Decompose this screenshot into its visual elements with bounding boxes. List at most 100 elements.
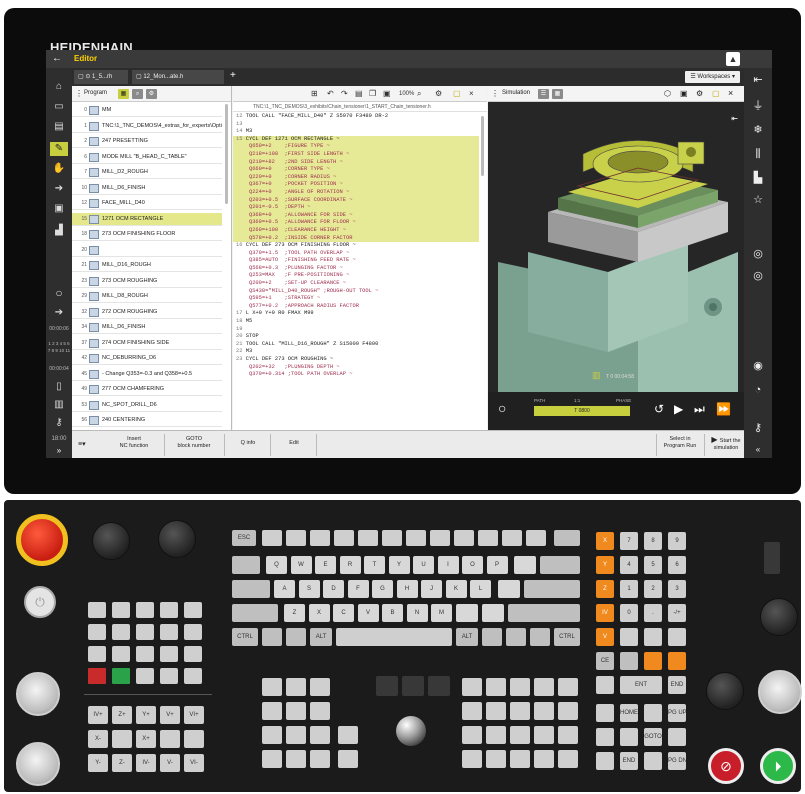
key-function[interactable] — [534, 702, 554, 720]
collapse-icon[interactable]: « — [749, 442, 767, 458]
key-function[interactable] — [136, 646, 154, 662]
key-function[interactable] — [510, 678, 530, 696]
code-line[interactable]: 16 CYCL DEF 273 OCM FINISHING FLOOR ~ — [233, 242, 479, 250]
key-function[interactable] — [160, 602, 178, 618]
fast-forward-icon[interactable]: ⏩ — [716, 402, 731, 416]
user-key-icon[interactable]: ⚷ — [749, 420, 767, 436]
rewind-icon[interactable]: ↺ — [654, 402, 664, 416]
code-line[interactable]: Q367=+0 ;POCKET POSITION ~ — [233, 181, 479, 189]
trackball[interactable] — [396, 716, 426, 746]
key-jog[interactable] — [184, 730, 204, 748]
key-function[interactable] — [262, 678, 282, 696]
info-icon[interactable]: ▥ — [50, 398, 68, 412]
panel-toggle-icon[interactable]: ⇤ — [749, 72, 767, 88]
tool-list-icon[interactable]: ⫼ — [749, 146, 767, 162]
key-d[interactable]: D — [323, 580, 344, 598]
code-line[interactable]: Q568=+0.3 ;PLUNGING FACTOR ~ — [233, 265, 479, 273]
program-row[interactable]: 10 MILL_D6_FINISH — [72, 182, 222, 195]
key-q[interactable]: Q — [266, 556, 287, 574]
key-manual-red[interactable] — [88, 668, 106, 684]
key[interactable] — [498, 580, 520, 598]
key-home[interactable]: HOME — [620, 704, 638, 722]
key-a[interactable]: A — [274, 580, 295, 598]
program-row[interactable]: 32 272 OCM ROUGHING — [72, 306, 222, 319]
compare-icon[interactable]: ⊞ — [311, 89, 318, 98]
key-function[interactable] — [112, 646, 130, 662]
program-row[interactable]: 20 — [72, 244, 222, 257]
key-function[interactable] — [310, 726, 330, 744]
key-jog[interactable]: VI- — [184, 754, 204, 772]
key-down[interactable] — [644, 752, 662, 770]
key-axis-iv[interactable]: IV — [596, 604, 614, 622]
program-row[interactable]: 56 240 CENTERING — [72, 414, 222, 427]
code-line[interactable]: Q201=-0.5 ;DEPTH ~ — [233, 204, 479, 212]
key-function[interactable] — [262, 726, 282, 744]
key-function[interactable] — [310, 678, 330, 696]
key-function[interactable] — [558, 678, 578, 696]
key[interactable] — [514, 556, 536, 574]
key-function[interactable] — [286, 702, 306, 720]
document-icon[interactable]: ▯ — [50, 380, 68, 394]
nc-stop-button[interactable]: ⊘ — [708, 748, 744, 784]
key-w[interactable]: W — [290, 556, 312, 574]
key-del[interactable] — [620, 652, 638, 670]
program-row[interactable]: 2 247 PRESETTING — [72, 135, 222, 148]
settings-gear-icon[interactable]: ⚙ — [146, 89, 157, 99]
key[interactable] — [482, 628, 502, 646]
key-jog[interactable]: V+ — [160, 706, 180, 724]
key-right[interactable] — [668, 728, 686, 746]
feed-override-dial[interactable] — [16, 672, 60, 716]
editor-scrollbar[interactable] — [481, 116, 484, 176]
key-function[interactable] — [462, 726, 482, 744]
key[interactable] — [286, 628, 306, 646]
key-function[interactable] — [310, 750, 330, 768]
search-icon[interactable]: ⌕ — [132, 89, 143, 99]
program-row[interactable]: 15 1271 OCM RECTANGLE — [72, 212, 222, 226]
code-line[interactable]: Q202=+32 ;PLUNGING DEPTH ~ — [233, 364, 479, 372]
key-tab[interactable] — [232, 556, 260, 574]
key-function[interactable] — [486, 678, 506, 696]
key-number[interactable] — [334, 530, 354, 546]
key-i[interactable] — [668, 652, 686, 670]
key-function[interactable] — [338, 750, 358, 768]
code-line[interactable]: Q219=+82 ;2ND SIDE LENGTH ~ — [233, 158, 479, 167]
key-num[interactable]: 0 — [620, 604, 638, 622]
key-function[interactable] — [112, 602, 130, 618]
key-function[interactable] — [160, 668, 178, 684]
program-row[interactable]: 12 FACE_MILL_D40 — [72, 197, 222, 210]
key-g[interactable]: G — [372, 580, 393, 598]
key-p[interactable]: P — [486, 556, 508, 574]
key[interactable] — [530, 628, 550, 646]
program-row[interactable]: 18 273 OCM FINISHING FLOOR — [72, 228, 222, 241]
tab-program-2[interactable]: ▢ 12_Mon...ate.h — [132, 70, 224, 84]
save-icon[interactable]: ▤ — [355, 89, 363, 98]
key-number[interactable] — [454, 530, 474, 546]
maximize-icon[interactable]: ▢ — [453, 89, 461, 98]
key-function[interactable] — [286, 678, 306, 696]
key-esc[interactable]: ESC — [232, 530, 256, 546]
code-line[interactable]: 23 CYCL DEF 273 OCM ROUGHING ~ — [233, 356, 479, 364]
zoom-search-icon[interactable]: ⌕ — [417, 89, 421, 99]
code-line[interactable]: Q260=+100 ;CLEARANCE HEIGHT ~ — [233, 226, 479, 235]
redo-icon[interactable]: ↷ — [341, 89, 348, 98]
key-function[interactable] — [310, 702, 330, 720]
key-t[interactable]: T — [364, 556, 385, 574]
favorite-star-icon[interactable]: ☆ — [749, 192, 767, 208]
code-line[interactable]: Q203=+0.5 ;SURFACE COORDINATE ~ — [233, 196, 479, 205]
clamp-icon[interactable]: ▙ — [749, 170, 767, 186]
code-line[interactable]: Q253=MAX ;F PRE-POSITIONING ~ — [233, 272, 479, 280]
rapid-icon[interactable]: ◔ — [749, 382, 767, 398]
spindle-icon[interactable]: ◉ — [749, 358, 767, 374]
key[interactable] — [596, 752, 614, 770]
key-v[interactable]: V — [357, 604, 379, 622]
code-line[interactable]: Q660=+0 ;CORNER TYPE ~ — [233, 166, 479, 174]
code-line[interactable]: Q577=+0.2 ;APPROACH RADIUS FACTOR — [233, 303, 479, 311]
key-function[interactable] — [262, 750, 282, 768]
settings-gear-icon[interactable]: ⚙ — [435, 89, 442, 98]
key-function[interactable] — [160, 624, 178, 640]
copy-icon[interactable]: ❐ — [369, 89, 376, 98]
key-b[interactable]: B — [382, 604, 403, 622]
key-end[interactable]: END — [668, 676, 686, 694]
key-function[interactable] — [534, 678, 554, 696]
program-row[interactable]: 53 NC_SPOT_DRILL_D6 — [72, 399, 222, 412]
